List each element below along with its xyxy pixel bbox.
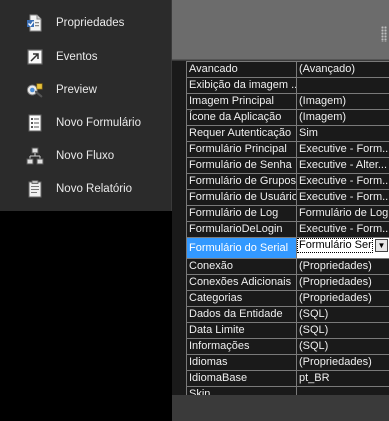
properties-icon	[26, 14, 44, 32]
property-name[interactable]: FormularioDeLogin	[186, 221, 297, 238]
menu-item-label: Novo Fluxo	[56, 149, 115, 162]
property-value[interactable]: (Imagem)	[296, 93, 389, 110]
panel-header	[172, 0, 389, 60]
menu-item-new-report[interactable]: Novo Relatório	[0, 172, 172, 205]
property-row[interactable]: Ícone da Aplicação (Imagem)	[186, 109, 389, 126]
property-row[interactable]: IdiomaBase pt_BR	[186, 370, 389, 387]
menu-item-label: Novo Formulário	[56, 116, 141, 129]
property-row[interactable]: Conexões Adicionais (Propriedades)	[186, 274, 389, 291]
new-form-icon	[26, 114, 44, 132]
property-row[interactable]: Formulário de Usuários Executive - Form..…	[186, 189, 389, 206]
property-name[interactable]: Exibição da imagem ...	[186, 77, 297, 94]
properties-panel: Avancado (Avançado) Exibição da imagem ...…	[172, 0, 389, 421]
menu-item-preview[interactable]: Preview	[0, 73, 172, 106]
property-row[interactable]: FormularioDeLogin Executive - Form...	[186, 221, 389, 238]
property-name[interactable]: Informações	[186, 338, 297, 355]
property-name[interactable]: Requer Autenticação	[186, 125, 297, 142]
property-row[interactable]: Dados da Entidade (SQL)	[186, 306, 389, 323]
property-value[interactable]: (SQL)	[296, 322, 389, 339]
panel-footer	[172, 395, 389, 421]
property-row[interactable]: Exibição da imagem ...	[186, 77, 389, 94]
property-value[interactable]: (Avançado)	[296, 61, 389, 78]
menu-item-new-flow[interactable]: Novo Fluxo	[0, 139, 172, 172]
property-name[interactable]: Imagem Principal	[186, 93, 297, 110]
property-name[interactable]: Conexões Adicionais	[186, 274, 297, 291]
menu-item-label: Preview	[56, 83, 97, 96]
property-value[interactable]: Executive - Alter...	[296, 157, 389, 174]
events-icon	[26, 48, 44, 66]
menu-item-events[interactable]: Eventos	[0, 40, 172, 73]
new-flow-icon	[26, 147, 44, 165]
property-name[interactable]: Categorias	[186, 290, 297, 307]
property-name[interactable]: Dados da Entidade	[186, 306, 297, 323]
property-row[interactable]: Formulário do SerialFormulário Serial▼	[186, 237, 389, 259]
new-report-icon	[26, 179, 44, 198]
property-value[interactable]: Executive - Form...	[296, 173, 389, 190]
property-name[interactable]: Formulário de Grupos	[186, 173, 297, 190]
property-row[interactable]: Idiomas (Propriedades)	[186, 354, 389, 371]
menu-item-properties[interactable]: Propriedades	[0, 6, 172, 39]
property-row[interactable]: Formulário de Log Formulário de Log	[186, 205, 389, 222]
property-name[interactable]: IdiomaBase	[186, 370, 297, 387]
property-row[interactable]: Informações (SQL)	[186, 338, 389, 355]
property-name[interactable]: Formulário de Usuários	[186, 189, 297, 206]
property-row[interactable]: Categorias (Propriedades)	[186, 290, 389, 307]
drag-grip-icon[interactable]	[381, 26, 387, 42]
property-row[interactable]: Data Limite (SQL)	[186, 322, 389, 339]
dropdown-arrow-icon[interactable]: ▼	[375, 239, 388, 252]
property-value[interactable]: (Propriedades)	[296, 258, 389, 275]
menu-item-label: Novo Relatório	[56, 182, 133, 195]
preview-icon	[26, 81, 44, 99]
property-value[interactable]: pt_BR	[296, 370, 389, 387]
property-value[interactable]: Formulário Serial▼	[296, 237, 389, 259]
menu-item-label: Eventos	[56, 50, 98, 63]
property-value[interactable]: Executive - Form...	[296, 141, 389, 158]
property-name[interactable]: Formulário de Log	[186, 205, 297, 222]
property-row[interactable]: Formulário de Grupos Executive - Form...	[186, 173, 389, 190]
property-name[interactable]: Avancado	[186, 61, 297, 78]
property-name[interactable]: Idiomas	[186, 354, 297, 371]
property-grid: Avancado (Avançado) Exibição da imagem ...…	[186, 61, 389, 403]
property-grid-area: Avancado (Avançado) Exibição da imagem ...…	[172, 61, 389, 403]
property-value[interactable]: (Propriedades)	[296, 290, 389, 307]
property-value[interactable]: (SQL)	[296, 338, 389, 355]
property-name[interactable]: Formulário do Serial	[186, 237, 297, 259]
property-name[interactable]: Conexão	[186, 258, 297, 275]
property-value[interactable]: Sim	[296, 125, 389, 142]
property-value[interactable]: Executive - Form...	[296, 189, 389, 206]
property-value[interactable]: Formulário de Log	[296, 205, 389, 222]
property-value[interactable]: (Propriedades)	[296, 274, 389, 291]
empty-area	[0, 211, 172, 421]
property-value[interactable]: Executive - Form...	[296, 221, 389, 238]
property-value[interactable]: (Propriedades)	[296, 354, 389, 371]
property-row[interactable]: Formulário de Senha Executive - Alter...	[186, 157, 389, 174]
property-value[interactable]	[296, 77, 389, 94]
property-row[interactable]: Imagem Principal (Imagem)	[186, 93, 389, 110]
property-value[interactable]: (SQL)	[296, 306, 389, 323]
property-name[interactable]: Formulário de Senha	[186, 157, 297, 174]
property-name[interactable]: Data Limite	[186, 322, 297, 339]
property-name[interactable]: Formulário Principal	[186, 141, 297, 158]
menu-item-label: Propriedades	[56, 16, 125, 29]
property-value[interactable]: (Imagem)	[296, 109, 389, 126]
property-name[interactable]: Ícone da Aplicação	[186, 109, 297, 126]
property-row[interactable]: Avancado (Avançado)	[186, 61, 389, 78]
property-row[interactable]: Conexão (Propriedades)	[186, 258, 389, 275]
property-row[interactable]: Formulário Principal Executive - Form...	[186, 141, 389, 158]
context-menu: Propriedades Eventos Preview Novo Formul…	[0, 0, 172, 211]
menu-item-new-form[interactable]: Novo Formulário	[0, 106, 172, 139]
property-value-combo[interactable]: Formulário Serial	[297, 238, 373, 253]
property-row[interactable]: Requer Autenticação Sim	[186, 125, 389, 142]
